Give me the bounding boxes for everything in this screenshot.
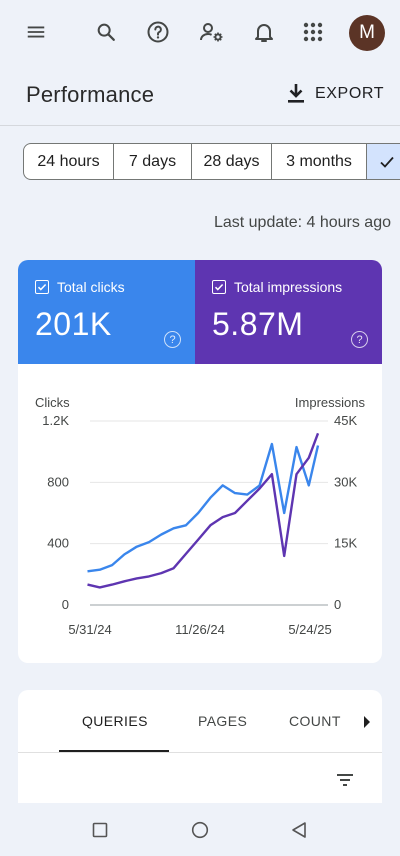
total-clicks-label: Total clicks (57, 279, 125, 295)
avatar[interactable]: M (349, 15, 385, 51)
checkbox-icon[interactable] (212, 280, 226, 294)
dimensions-card: QUERIES PAGES COUNT (18, 690, 382, 810)
tab-pages[interactable]: PAGES (198, 713, 247, 729)
chip-7-days[interactable]: 7 days (114, 143, 192, 180)
y-left-tick-label: 400 (47, 536, 69, 551)
search-icon[interactable] (90, 16, 122, 48)
chip-selected[interactable] (367, 143, 400, 180)
help-icon[interactable]: ? (351, 331, 368, 348)
home-icon[interactable] (191, 821, 209, 839)
tab-scroll-right-icon[interactable] (363, 716, 371, 728)
total-impressions-label: Total impressions (234, 279, 343, 295)
menu-icon[interactable] (20, 16, 52, 48)
export-label: EXPORT (315, 85, 385, 102)
x-tick-label: 11/26/24 (175, 622, 225, 637)
checkbox-icon[interactable] (35, 280, 49, 294)
manage-accounts-icon[interactable] (196, 16, 228, 48)
title-row: Performance EXPORT (0, 64, 400, 126)
x-tick-label: 5/31/24 (68, 622, 111, 637)
tab-countries[interactable]: COUNT (289, 713, 341, 729)
y-right-tick-label: 45K (334, 413, 357, 428)
y-right-tick-label: 30K (334, 474, 357, 489)
y-left-tick-label: 0 (62, 597, 69, 612)
top-app-bar: M (0, 0, 400, 64)
performance-chart: Clicks Impressions1.2K800400045K30K15K05/… (35, 395, 366, 637)
total-impressions-value: 5.87M (212, 306, 304, 342)
help-icon[interactable]: ? (164, 331, 181, 348)
notifications-icon[interactable] (248, 16, 280, 48)
last-update: Last update: 4 hours ago (213, 214, 391, 231)
export-button[interactable]: EXPORT (286, 83, 384, 105)
date-range-chips: 24 hours 7 days 28 days 3 months (23, 143, 400, 180)
right-axis-title: Impressions (295, 395, 366, 410)
download-icon (288, 84, 304, 103)
apps-icon[interactable] (297, 16, 329, 48)
x-tick-label: 5/24/25 (288, 622, 331, 637)
back-icon[interactable] (290, 821, 308, 839)
chip-24-hours[interactable]: 24 hours (23, 143, 114, 180)
total-impressions-tile[interactable]: Total impressions 5.87M ? (195, 260, 382, 364)
left-axis-title: Clicks (35, 395, 70, 410)
performance-card: Total clicks 201K ? Total impressions 5.… (18, 260, 382, 663)
filter-icon[interactable] (333, 768, 357, 792)
total-clicks-value: 201K (35, 306, 112, 342)
tab-queries[interactable]: QUERIES (82, 713, 148, 729)
y-left-tick-label: 800 (47, 474, 69, 489)
chip-3-months[interactable]: 3 months (272, 143, 367, 180)
total-clicks-tile[interactable]: Total clicks 201K ? (18, 260, 195, 364)
chip-28-days[interactable]: 28 days (192, 143, 272, 180)
check-icon (379, 156, 394, 168)
recents-icon[interactable] (92, 822, 108, 838)
help-icon[interactable] (142, 16, 174, 48)
y-right-tick-label: 15K (334, 536, 357, 551)
y-left-tick-label: 1.2K (42, 413, 69, 428)
page-title: Performance (26, 82, 155, 107)
y-right-tick-label: 0 (334, 597, 341, 612)
tabs-divider (18, 752, 382, 753)
system-nav-bar (0, 803, 400, 856)
